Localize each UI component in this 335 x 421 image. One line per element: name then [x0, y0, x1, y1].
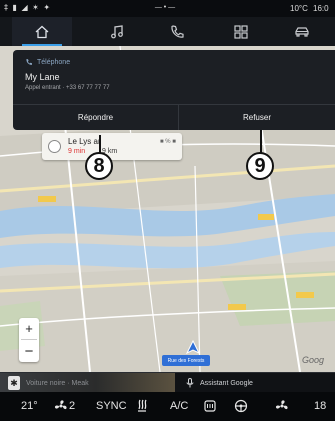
microphone-icon — [186, 378, 194, 388]
zoom-in-button[interactable]: + — [19, 318, 39, 339]
car-icon — [295, 26, 309, 37]
sync-button[interactable]: SYNC — [96, 400, 127, 412]
fan-icon[interactable] — [54, 399, 68, 416]
vehicle-position-icon — [186, 340, 200, 354]
climate-bar: 21° 2 SYNC A/C 18 — [0, 392, 335, 421]
media-track: Voiture noire · Meak — [26, 379, 89, 387]
heated-steering-icon[interactable] — [234, 399, 248, 416]
tab-apps[interactable] — [211, 17, 271, 46]
current-street-label[interactable]: Rue des Forests — [162, 355, 210, 366]
tab-vehicle[interactable] — [272, 17, 332, 46]
tab-music[interactable] — [87, 17, 147, 46]
home-icon — [35, 25, 49, 38]
zoom-control: + − — [19, 318, 39, 362]
callout-9-line — [260, 130, 262, 153]
info-bar: ✱ Voiture noire · Meak Assistant Google — [0, 372, 335, 393]
driver-temperature[interactable]: 21° — [21, 400, 38, 412]
media-widget[interactable]: ✱ Voiture noire · Meak — [0, 373, 175, 393]
destination-icon — [48, 140, 61, 153]
status-icons: ‡ ▮ ◢ ✶ ✦ — [4, 3, 52, 12]
callout-9: 9 — [246, 152, 274, 180]
decline-button[interactable]: Refuser — [179, 105, 335, 130]
fan-speed: 2 — [69, 400, 76, 412]
incoming-call-card: Téléphone My Lane Appel entrant · +33 67… — [13, 50, 335, 130]
map-attribution: Goog — [302, 355, 325, 365]
answer-button[interactable]: Répondre — [13, 105, 179, 130]
clock: 16:0 — [313, 4, 329, 13]
zoom-out-button[interactable]: − — [19, 340, 39, 362]
phone-icon — [26, 59, 32, 65]
passenger-temperature[interactable]: 18 — [314, 400, 326, 412]
music-note-icon — [111, 24, 123, 38]
bluetooth-icon: ✱ — [8, 376, 20, 390]
outside-temperature: 10°C — [290, 4, 308, 13]
ac-button[interactable]: A/C — [170, 400, 188, 412]
caller-name: My Lane — [25, 72, 60, 82]
seat-heat-icon[interactable] — [135, 399, 149, 416]
top-navigation — [0, 17, 335, 46]
rear-defrost-icon[interactable] — [203, 399, 217, 416]
callout-8-line — [99, 135, 101, 153]
call-source: Téléphone — [25, 58, 70, 66]
phone-icon — [171, 24, 184, 38]
call-source-label: Téléphone — [37, 58, 71, 66]
route-info-chip[interactable]: Le Lys ar 9 min 9 km ■ % ■ — [42, 133, 182, 160]
route-eta: 9 min — [68, 148, 86, 155]
route-destination: Le Lys ar — [68, 137, 101, 146]
assistant-label: Assistant Google — [200, 379, 253, 387]
apps-grid-icon — [234, 24, 248, 39]
assistant-button[interactable]: Assistant Google — [186, 373, 253, 393]
call-info: Appel entrant · +33 67 77 77 77 — [25, 85, 110, 91]
route-traffic-indicator: ■ % ■ — [160, 139, 176, 145]
callout-8: 8 — [85, 152, 113, 180]
passenger-fan-icon[interactable] — [275, 399, 289, 416]
tab-phone[interactable] — [147, 17, 207, 46]
status-center-indicator: — • — — [154, 4, 176, 11]
status-bar: ‡ ▮ ◢ ✶ ✦ — • — 10°C 16:0 — [0, 0, 335, 17]
tab-home[interactable] — [12, 17, 72, 46]
